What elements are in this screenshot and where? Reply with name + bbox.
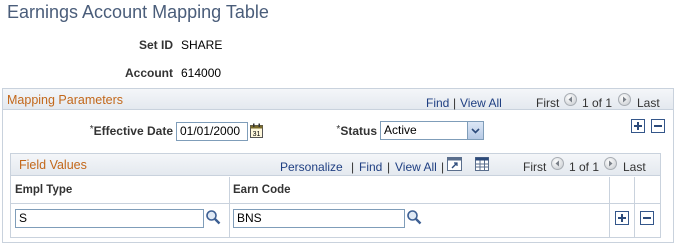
earn-code-input[interactable]: BNS: [233, 209, 405, 228]
page-title: Earnings Account Mapping Table: [7, 2, 269, 22]
effective-date-label-text: Effective Date: [93, 124, 173, 138]
add-row-button[interactable]: [615, 211, 629, 225]
grid-column-header-row: [11, 177, 660, 204]
setid-value: SHARE: [181, 38, 223, 52]
status-select[interactable]: Active: [380, 121, 484, 140]
account-value: 614000: [181, 66, 222, 80]
status-label: *Status: [320, 124, 377, 138]
status-label-text: Status: [340, 124, 377, 138]
delete-row-button[interactable]: [651, 119, 665, 133]
magnifier-icon[interactable]: [406, 209, 422, 228]
fv-first-label: First: [523, 160, 547, 174]
account-label: Account: [125, 66, 173, 80]
column-divider: [609, 177, 610, 237]
effective-date-label: *Effective Date: [80, 124, 173, 138]
magnifier-icon[interactable]: [205, 209, 221, 228]
fv-personalize-link[interactable]: Personalize: [280, 160, 343, 174]
delete-row-button[interactable]: [640, 211, 654, 225]
fv-separator-2: |: [387, 160, 391, 174]
fv-separator-1: |: [351, 160, 355, 174]
arrow-right-icon[interactable]: [604, 157, 617, 170]
mapping-parameters-title: Mapping Parameters: [7, 93, 124, 107]
setid-label: Set ID: [138, 38, 173, 52]
spreadsheet-icon[interactable]: [475, 157, 489, 171]
mp-first-label: First: [536, 96, 560, 110]
chevron-down-icon[interactable]: [467, 122, 483, 139]
effective-date-input[interactable]: 01/01/2000: [176, 122, 248, 141]
column-divider: [634, 177, 635, 237]
mp-record-counter: 1 of 1: [582, 96, 613, 110]
fv-record-counter: 1 of 1: [569, 160, 600, 174]
field-values-title: Field Values: [19, 158, 87, 172]
fv-last-label: Last: [623, 160, 646, 174]
calendar-icon[interactable]: 31: [250, 123, 263, 138]
arrow-left-icon[interactable]: [564, 93, 577, 106]
mp-separator: |: [453, 96, 457, 110]
column-header-empl-type[interactable]: Empl Type: [15, 184, 72, 196]
grid-zoom-icon[interactable]: [447, 157, 462, 171]
column-header-earn-code[interactable]: Earn Code: [233, 184, 291, 196]
mp-find-link[interactable]: Find: [426, 96, 449, 110]
svg-text:31: 31: [253, 131, 261, 138]
fv-view-all-link[interactable]: View All: [395, 160, 437, 174]
mp-view-all-link[interactable]: View All: [460, 96, 502, 110]
empl-type-input[interactable]: S: [15, 209, 204, 228]
mp-last-label: Last: [637, 96, 660, 110]
column-divider: [229, 177, 230, 237]
arrow-right-icon[interactable]: [618, 93, 631, 106]
fv-find-link[interactable]: Find: [359, 160, 382, 174]
fv-separator-3: |: [441, 160, 445, 174]
add-row-button[interactable]: [631, 119, 645, 133]
arrow-left-icon[interactable]: [551, 157, 564, 170]
status-select-value: Active: [384, 123, 417, 137]
